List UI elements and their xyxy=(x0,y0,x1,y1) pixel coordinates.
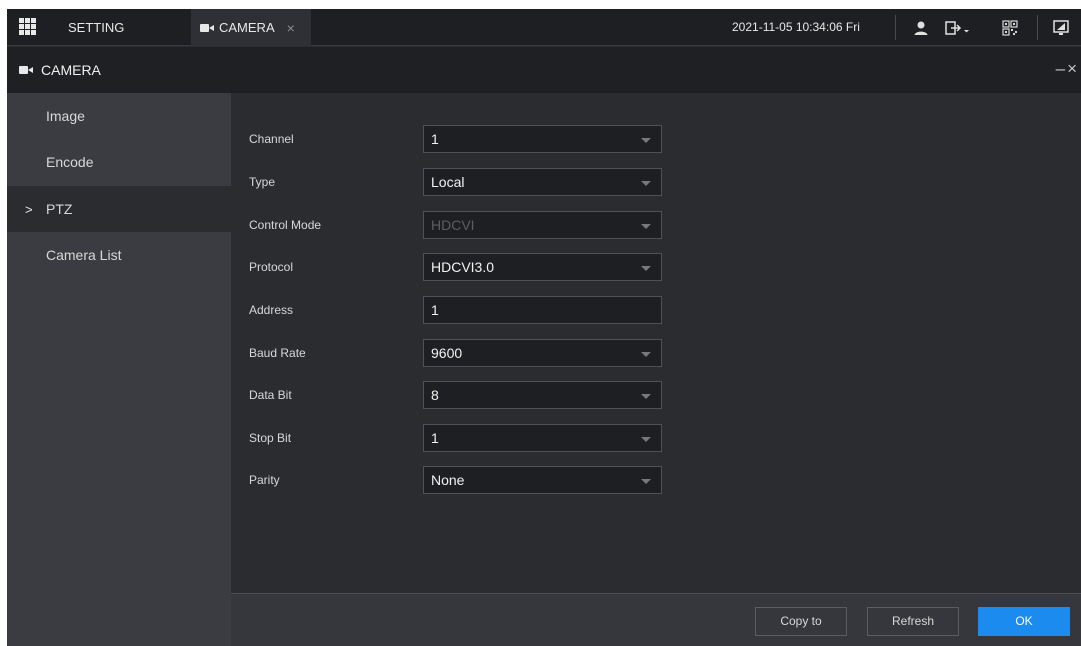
sidebar-item-camera-list[interactable]: Camera List xyxy=(7,232,231,278)
action-bar: Copy to Refresh OK xyxy=(231,593,1081,646)
control-mode-label: Control Mode xyxy=(249,218,322,232)
logout-icon[interactable] xyxy=(943,18,971,38)
ok-button[interactable]: OK xyxy=(978,607,1070,636)
form-row-stop-bit: Stop Bit 1 xyxy=(249,424,669,452)
dropdown-arrow-icon xyxy=(641,224,651,229)
protocol-value: HDCVI3.0 xyxy=(431,259,495,275)
channel-select[interactable]: 1 xyxy=(423,125,662,153)
qrcode-icon[interactable] xyxy=(1000,18,1020,38)
system-datetime: 2021-11-05 10:34:06 Fri xyxy=(732,20,860,34)
tab-setting-label: SETTING xyxy=(68,20,125,35)
baud-rate-label: Baud Rate xyxy=(249,346,306,360)
form-row-address: Address 1 xyxy=(249,296,669,324)
channel-label: Channel xyxy=(249,132,294,146)
camera-settings-window: SETTING CAMERA × 2021-11-05 10:34:06 Fri… xyxy=(7,9,1081,646)
sidebar-item-ptz[interactable]: > PTZ xyxy=(7,186,231,232)
address-value: 1 xyxy=(431,302,439,318)
form-row-control-mode: Control Mode HDCVI xyxy=(249,211,669,239)
tab-close-icon[interactable]: × xyxy=(287,20,295,36)
dropdown-arrow-icon xyxy=(641,394,651,399)
address-input[interactable]: 1 xyxy=(423,296,662,324)
sidebar-item-label: Camera List xyxy=(46,247,122,263)
protocol-label: Protocol xyxy=(249,260,294,274)
type-value: Local xyxy=(431,174,465,190)
display-icon[interactable] xyxy=(1051,18,1071,38)
data-bit-value: 8 xyxy=(431,387,439,403)
sidebar-item-label: Encode xyxy=(46,154,94,170)
form-row-parity: Parity None xyxy=(249,466,669,494)
channel-value: 1 xyxy=(431,131,439,147)
parity-value: None xyxy=(431,472,465,488)
type-label: Type xyxy=(249,175,276,189)
divider xyxy=(1037,15,1038,40)
minimize-icon[interactable]: – xyxy=(1056,59,1067,78)
dropdown-arrow-icon xyxy=(641,181,651,186)
copy-to-button[interactable]: Copy to xyxy=(755,607,847,636)
dropdown-arrow-icon xyxy=(641,437,651,442)
stop-bit-value: 1 xyxy=(431,430,439,446)
parity-label: Parity xyxy=(249,473,280,487)
form-row-data-bit: Data Bit 8 xyxy=(249,381,669,409)
form-row-type: Type Local xyxy=(249,168,669,196)
dropdown-arrow-icon xyxy=(641,266,651,271)
user-icon[interactable] xyxy=(911,18,931,38)
data-bit-select[interactable]: 8 xyxy=(423,381,662,409)
protocol-select[interactable]: HDCVI3.0 xyxy=(423,253,662,281)
tab-camera-label: CAMERA xyxy=(219,20,275,35)
baud-rate-value: 9600 xyxy=(431,345,463,361)
parity-select[interactable]: None xyxy=(423,466,662,494)
sidebar-item-image[interactable]: Image xyxy=(7,93,231,139)
form-row-protocol: Protocol HDCVI3.0 xyxy=(249,253,669,281)
refresh-button[interactable]: Refresh xyxy=(867,607,959,636)
tab-camera[interactable]: CAMERA × xyxy=(191,9,311,46)
page-title: CAMERA xyxy=(19,47,101,93)
baud-rate-select[interactable]: 9600 xyxy=(423,339,662,367)
tab-setting[interactable]: SETTING xyxy=(47,9,187,46)
dropdown-arrow-icon xyxy=(641,352,651,357)
close-icon[interactable]: × xyxy=(1067,59,1079,78)
sidebar: Image Encode > PTZ Camera List xyxy=(7,93,231,646)
address-label: Address xyxy=(249,303,294,317)
data-bit-label: Data Bit xyxy=(249,388,292,402)
stop-bit-label: Stop Bit xyxy=(249,431,292,445)
form-row-baud-rate: Baud Rate 9600 xyxy=(249,339,669,367)
dropdown-arrow-icon xyxy=(641,138,651,143)
page-title-label: CAMERA xyxy=(41,62,101,78)
chevron-right-icon: > xyxy=(25,201,33,217)
page-header: CAMERA –× xyxy=(7,47,1081,93)
form-row-channel: Channel 1 xyxy=(249,125,669,153)
divider xyxy=(895,15,896,40)
camera-icon xyxy=(200,23,214,32)
main-menu-grid-icon[interactable] xyxy=(19,18,37,36)
control-mode-value: HDCVI xyxy=(431,217,475,233)
sidebar-item-label: Image xyxy=(46,108,85,124)
type-select[interactable]: Local xyxy=(423,168,662,196)
window-controls: –× xyxy=(1056,59,1079,79)
sidebar-item-label: PTZ xyxy=(46,201,73,217)
top-bar: SETTING CAMERA × 2021-11-05 10:34:06 Fri xyxy=(7,9,1081,46)
sidebar-item-encode[interactable]: Encode xyxy=(7,139,231,185)
dropdown-arrow-icon xyxy=(641,479,651,484)
stop-bit-select[interactable]: 1 xyxy=(423,424,662,452)
camera-icon xyxy=(19,66,33,74)
control-mode-select: HDCVI xyxy=(423,211,662,239)
